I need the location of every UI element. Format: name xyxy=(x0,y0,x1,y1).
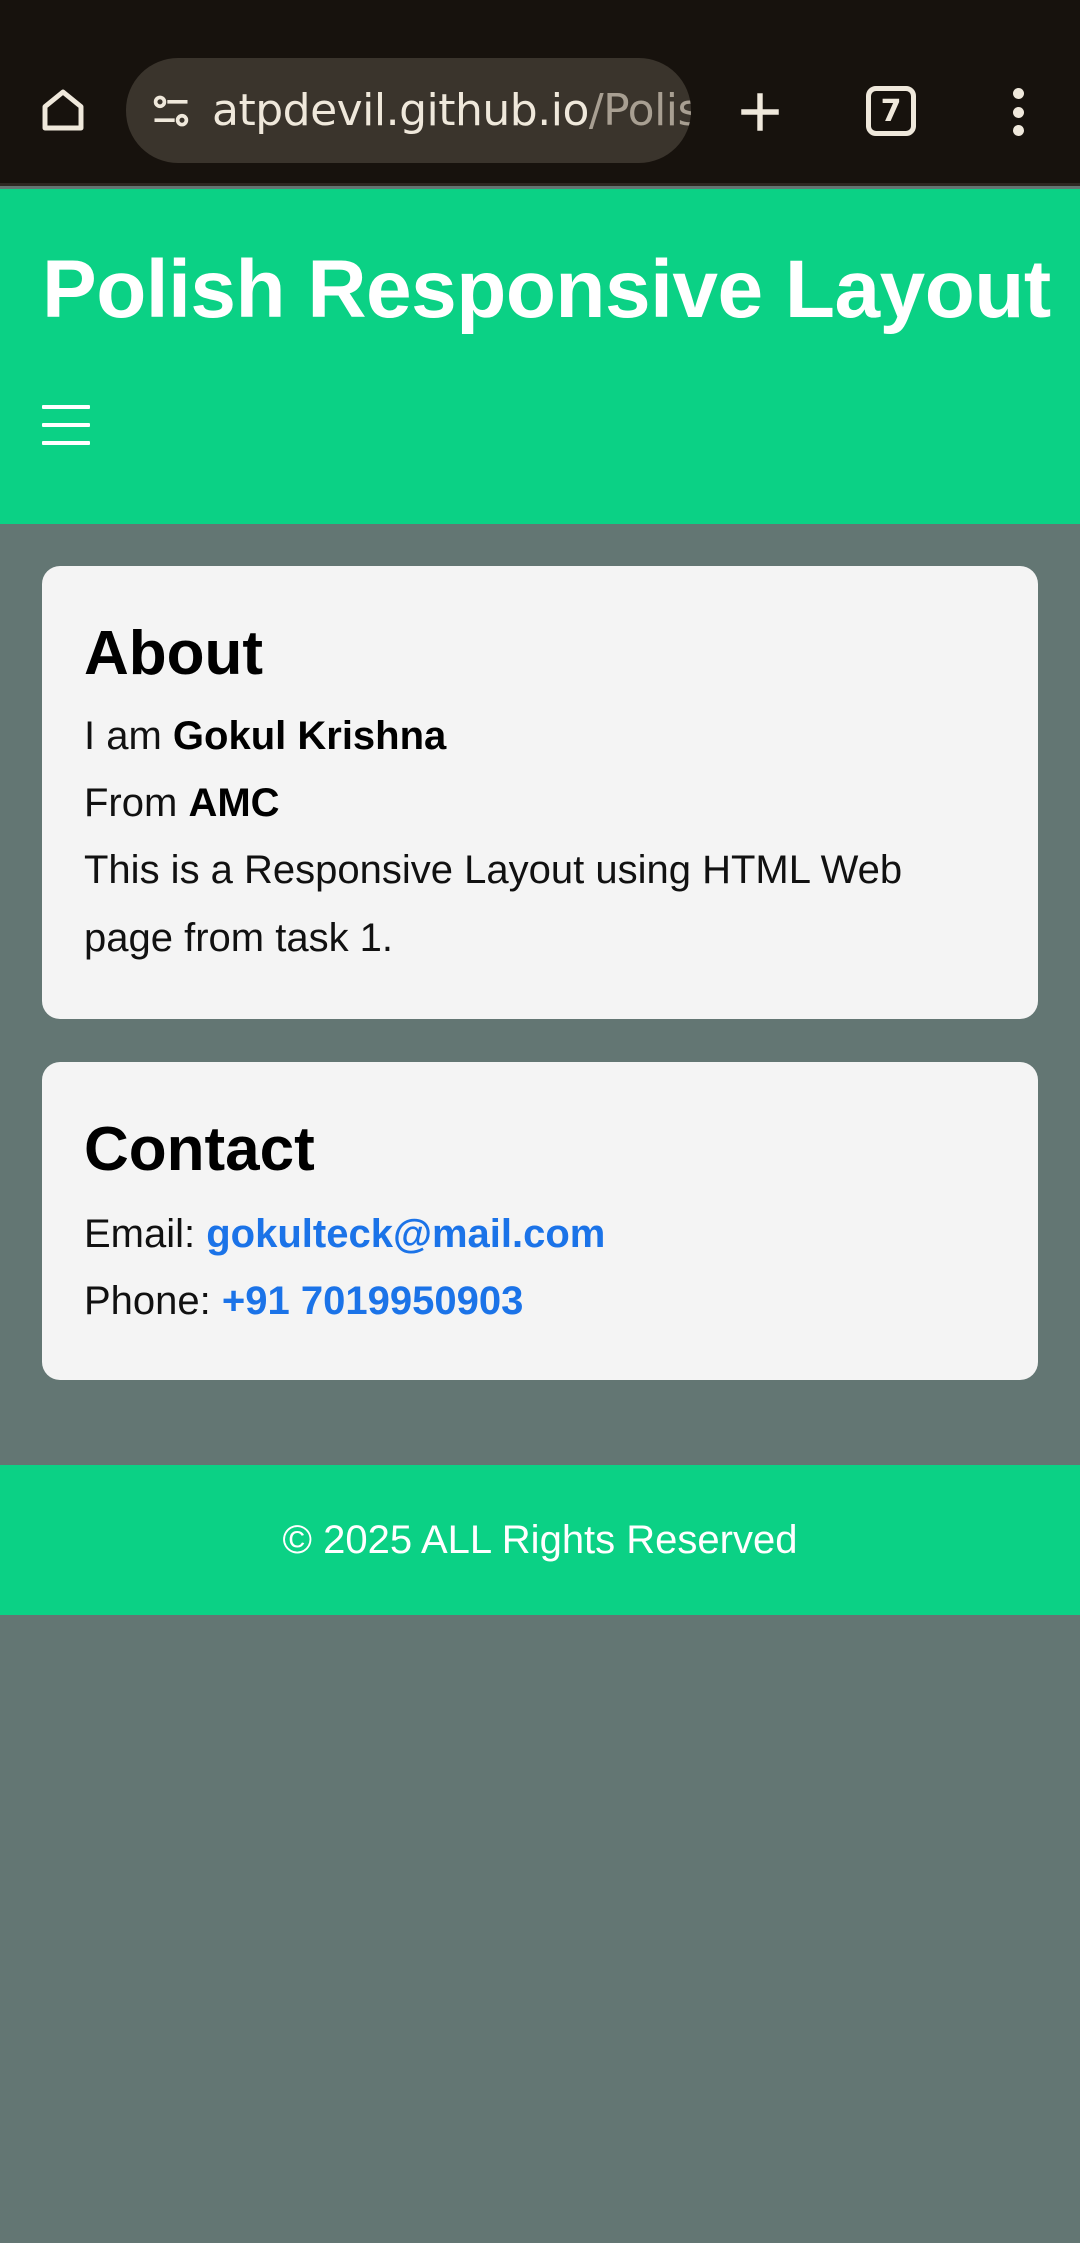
site-footer: © 2025 ALL Rights Reserved xyxy=(0,1465,1080,1615)
email-line: Email: gokulteck@mail.com xyxy=(84,1212,605,1257)
phone-link[interactable]: +91 7019950903 xyxy=(222,1279,523,1323)
about-name-line: I am Gokul Krishna xyxy=(84,714,446,759)
about-description-line1: This is a Responsive Layout using HTML W… xyxy=(84,848,903,892)
about-heading: About xyxy=(84,619,264,688)
tab-count: 7 xyxy=(880,93,902,129)
site-settings-button[interactable] xyxy=(146,86,196,136)
hamburger-icon[interactable] xyxy=(42,401,94,449)
site-header: Polish Responsive Layout xyxy=(0,189,1080,524)
tab-switcher-button[interactable]: 7 xyxy=(866,86,916,136)
about-name: Gokul Krishna xyxy=(172,714,447,758)
about-card: About I am Gokul Krishna From AMC This i… xyxy=(42,566,1038,1019)
about-description-line2: page from task 1. xyxy=(84,916,394,960)
url-text: atpdevil.github.io/Polish xyxy=(212,85,691,136)
email-label: Email: xyxy=(84,1212,207,1256)
phone-line: Phone: +91 7019950903 xyxy=(84,1279,523,1324)
copyright-text: © 2025 ALL Rights Reserved xyxy=(282,1517,798,1562)
new-tab-button[interactable] xyxy=(730,82,790,142)
url-host: atpdevil.github.io xyxy=(212,85,589,136)
contact-heading: Contact xyxy=(84,1115,315,1184)
page-title: Polish Responsive Layout xyxy=(42,244,1051,335)
more-vert-icon[interactable] xyxy=(1000,84,1036,140)
plus-icon xyxy=(741,93,779,131)
email-link[interactable]: gokulteck@mail.com xyxy=(206,1212,605,1256)
home-icon xyxy=(42,89,84,131)
url-path: /Polish xyxy=(588,85,691,136)
about-org: AMC xyxy=(188,781,280,825)
org-prefix: From xyxy=(84,781,189,825)
tune-icon xyxy=(153,95,189,126)
phone-label: Phone: xyxy=(84,1279,222,1323)
browser-toolbar: atpdevil.github.io/Polish 7 xyxy=(0,0,1080,186)
home-button[interactable] xyxy=(30,80,96,140)
about-org-line: From AMC xyxy=(84,781,280,826)
name-prefix: I am xyxy=(84,714,173,758)
address-bar[interactable]: atpdevil.github.io/Polish xyxy=(126,58,691,163)
contact-card: Contact Email: gokulteck@mail.com Phone:… xyxy=(42,1062,1038,1380)
